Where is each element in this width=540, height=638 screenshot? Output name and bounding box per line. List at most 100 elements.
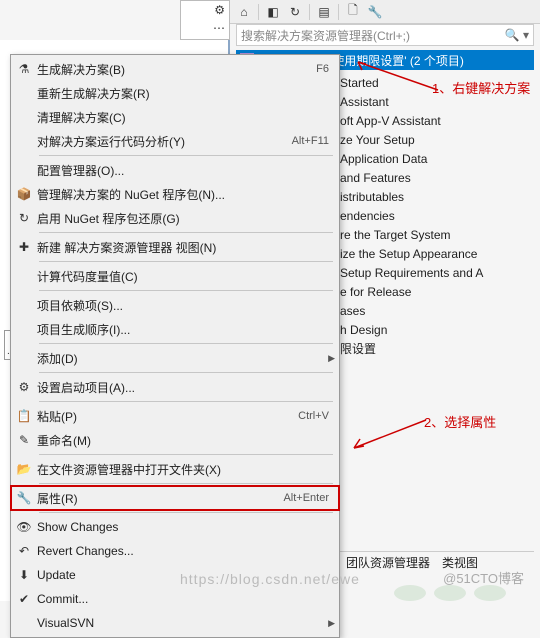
tree-item[interactable]: 限设置 bbox=[340, 340, 534, 359]
refresh-icon[interactable]: ↻ bbox=[287, 4, 303, 20]
menu-item[interactable]: 📦管理解决方案的 NuGet 程序包(N)... bbox=[11, 182, 339, 206]
search-placeholder: 搜索解决方案资源管理器(Ctrl+;) bbox=[241, 27, 410, 44]
menu-item[interactable]: ✎重命名(M) bbox=[11, 428, 339, 452]
menu-item[interactable]: ↻启用 NuGet 程序包还原(G) bbox=[11, 206, 339, 230]
menu-item[interactable]: VisualSVN▶ bbox=[11, 611, 339, 635]
menu-item[interactable]: 项目依赖项(S)... bbox=[11, 293, 339, 317]
collapse-icon[interactable]: ▤ bbox=[316, 4, 332, 20]
menu-item[interactable]: 计算代码度量值(C) bbox=[11, 264, 339, 288]
gear-icon: ⚙ bbox=[11, 380, 37, 394]
submenu-arrow-icon: ▶ bbox=[328, 353, 335, 364]
search-input[interactable]: 搜索解决方案资源管理器(Ctrl+;) 🔍 ▾ bbox=[236, 24, 534, 46]
menu-item[interactable]: ⚗生成解决方案(B)F6 bbox=[11, 57, 339, 81]
menu-hotkey: F6 bbox=[316, 63, 329, 75]
tree-item[interactable]: re the Target System bbox=[340, 226, 534, 245]
footer-deco bbox=[390, 573, 510, 601]
tree-item[interactable]: endencies bbox=[340, 207, 534, 226]
titlebar-corner: ⚙ ⋯ bbox=[180, 0, 230, 40]
build-icon: ⚗ bbox=[11, 62, 37, 76]
folder-icon: 📂 bbox=[11, 462, 37, 476]
separator bbox=[258, 4, 259, 20]
show-icon: 👁 bbox=[11, 520, 37, 534]
annotation-1: 1、右键解决方案 bbox=[432, 78, 530, 97]
menu-item[interactable]: ✔Commit... bbox=[11, 587, 339, 611]
menu-label: VisualSVN bbox=[37, 616, 329, 630]
annotation-arrow-2 bbox=[350, 418, 430, 458]
menu-item[interactable]: ⚙设置启动项目(A)... bbox=[11, 375, 339, 399]
menu-label: 管理解决方案的 NuGet 程序包(N)... bbox=[37, 186, 329, 203]
separator bbox=[309, 4, 310, 20]
home-icon[interactable]: ⌂ bbox=[236, 4, 252, 20]
annotation-2: 2、选择属性 bbox=[424, 412, 496, 431]
revert-icon: ↶ bbox=[11, 544, 37, 558]
show-all-icon[interactable]: 🗋 bbox=[345, 4, 361, 20]
restore-icon: ↻ bbox=[11, 211, 37, 225]
tree-item[interactable]: and Features bbox=[340, 169, 534, 188]
menu-label: 粘贴(P) bbox=[37, 408, 298, 425]
rename-icon: ✎ bbox=[11, 433, 37, 447]
tree-item[interactable]: h Design bbox=[340, 321, 534, 340]
menu-separator bbox=[39, 454, 333, 455]
paste-icon: 📋 bbox=[11, 409, 37, 423]
menu-item[interactable]: 配置管理器(O)... bbox=[11, 158, 339, 182]
search-icon: 🔍 ▾ bbox=[505, 28, 529, 42]
menu-label: 计算代码度量值(C) bbox=[37, 268, 329, 285]
watermark-url: https://blog.csdn.net/ewe bbox=[180, 571, 360, 587]
properties-icon[interactable]: 🔧 bbox=[367, 4, 383, 20]
menu-label: Commit... bbox=[37, 592, 329, 606]
menu-item[interactable]: 🔧属性(R)Alt+Enter bbox=[11, 486, 339, 510]
tree-item[interactable]: Setup Requirements and A bbox=[340, 264, 534, 283]
menu-label: 重新生成解决方案(R) bbox=[37, 85, 329, 102]
tree-item[interactable]: e for Release bbox=[340, 283, 534, 302]
tab-team-explorer[interactable]: 团队资源管理器 bbox=[346, 554, 430, 571]
menu-label: 项目生成顺序(I)... bbox=[37, 321, 329, 338]
menu-item[interactable]: 重新生成解决方案(R) bbox=[11, 81, 339, 105]
submenu-arrow-icon: ▶ bbox=[328, 618, 335, 629]
menu-label: 启用 NuGet 程序包还原(G) bbox=[37, 210, 329, 227]
menu-label: Revert Changes... bbox=[37, 544, 329, 558]
tree-item[interactable]: ze Your Setup bbox=[340, 131, 534, 150]
update-icon: ⬇ bbox=[11, 568, 37, 582]
tree-item[interactable]: istributables bbox=[340, 188, 534, 207]
menu-item[interactable]: ↶Revert Changes... bbox=[11, 539, 339, 563]
menu-item[interactable]: 添加(D)▶ bbox=[11, 346, 339, 370]
menu-label: 配置管理器(O)... bbox=[37, 162, 329, 179]
menu-separator bbox=[39, 155, 333, 156]
menu-label: Show Changes bbox=[37, 520, 329, 534]
menu-hotkey: Alt+F11 bbox=[292, 135, 329, 147]
menu-label: 重命名(M) bbox=[37, 432, 329, 449]
menu-separator bbox=[39, 343, 333, 344]
menu-separator bbox=[39, 261, 333, 262]
toggle-icon[interactable]: ◧ bbox=[265, 4, 281, 20]
menu-item[interactable]: 项目生成顺序(I)... bbox=[11, 317, 339, 341]
tree-item[interactable]: ases bbox=[340, 302, 534, 321]
menu-label: 设置启动项目(A)... bbox=[37, 379, 329, 396]
annotation-arrow-1 bbox=[350, 60, 440, 120]
menu-label: 属性(R) bbox=[37, 490, 283, 507]
menu-item[interactable]: ✚新建 解决方案资源管理器 视图(N) bbox=[11, 235, 339, 259]
menu-item[interactable]: 对解决方案运行代码分析(Y)Alt+F11 bbox=[11, 129, 339, 153]
nuget-icon: 📦 bbox=[11, 187, 37, 201]
menu-hotkey: Alt+Enter bbox=[283, 492, 329, 504]
menu-separator bbox=[39, 372, 333, 373]
overflow-icon[interactable]: ⋯ bbox=[213, 21, 225, 35]
menu-separator bbox=[39, 483, 333, 484]
menu-label: 清理解决方案(C) bbox=[37, 109, 329, 126]
menu-item[interactable]: 清理解决方案(C) bbox=[11, 105, 339, 129]
menu-hotkey: Ctrl+V bbox=[298, 410, 329, 422]
menu-label: 生成解决方案(B) bbox=[37, 61, 316, 78]
commit-icon: ✔ bbox=[11, 592, 37, 606]
menu-separator bbox=[39, 232, 333, 233]
menu-separator bbox=[39, 401, 333, 402]
menu-separator bbox=[39, 290, 333, 291]
menu-item[interactable]: 📋粘贴(P)Ctrl+V bbox=[11, 404, 339, 428]
new-icon: ✚ bbox=[11, 240, 37, 254]
menu-item[interactable]: 📂在文件资源管理器中打开文件夹(X) bbox=[11, 457, 339, 481]
gear-icon[interactable]: ⚙ bbox=[214, 3, 225, 17]
menu-item[interactable]: 👁Show Changes bbox=[11, 515, 339, 539]
menu-label: 新建 解决方案资源管理器 视图(N) bbox=[37, 239, 329, 256]
context-menu: ⚗生成解决方案(B)F6 重新生成解决方案(R) 清理解决方案(C) 对解决方案运行代… bbox=[10, 54, 340, 638]
tree-item[interactable]: Application Data bbox=[340, 150, 534, 169]
tree-item[interactable]: ize the Setup Appearance bbox=[340, 245, 534, 264]
solution-explorer-toolbar: ⌂ ◧ ↻ ▤ 🗋 🔧 bbox=[230, 0, 540, 24]
